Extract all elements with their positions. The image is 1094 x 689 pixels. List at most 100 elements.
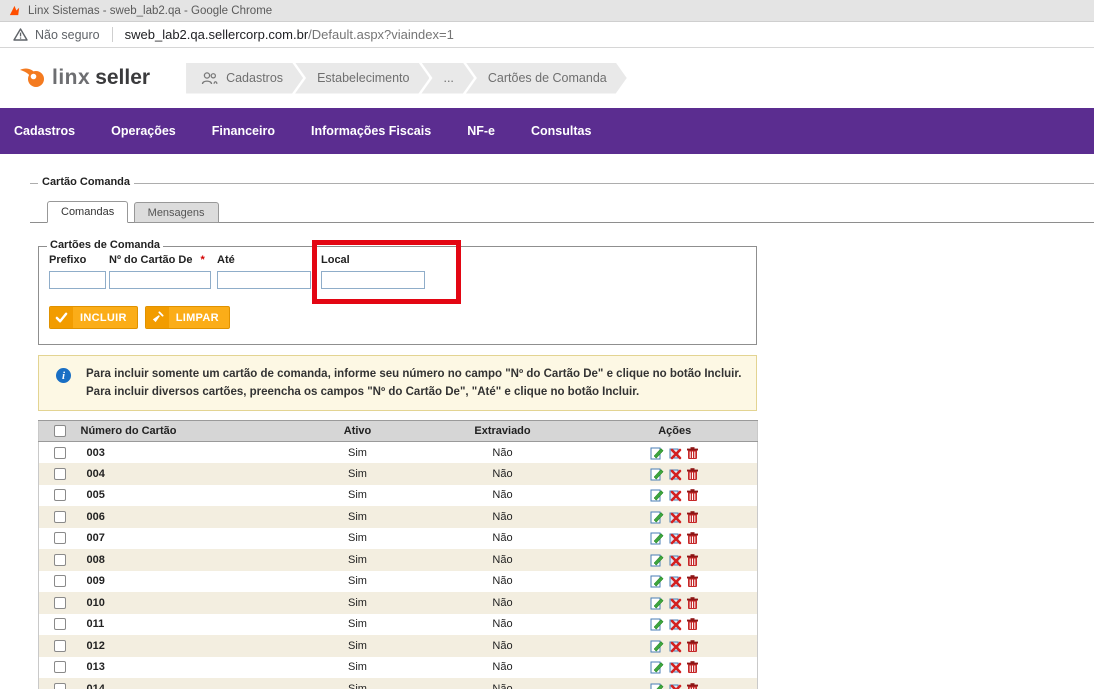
col-header-acoes: Ações (592, 420, 758, 442)
incluir-button[interactable]: INCLUIR (49, 306, 138, 329)
table-row: 009 Sim Não (38, 570, 758, 592)
cell-extraviado: Não (492, 532, 513, 545)
row-checkbox[interactable] (53, 532, 66, 545)
required-marker: * (200, 254, 205, 266)
local-input[interactable] (321, 271, 425, 289)
delete-action-icon[interactable] (669, 446, 682, 460)
lost-card-action-icon[interactable] (686, 596, 699, 610)
cell-ativo: Sim (348, 596, 367, 609)
lost-card-action-icon[interactable] (686, 639, 699, 653)
edit-action-icon[interactable] (650, 574, 665, 588)
lost-card-action-icon[interactable] (686, 574, 699, 588)
lost-card-action-icon[interactable] (686, 467, 699, 481)
tab-mensagens[interactable]: Mensagens (133, 202, 219, 223)
delete-action-icon[interactable] (669, 531, 682, 545)
menu-item-operacoes[interactable]: Operações (111, 124, 176, 138)
row-checkbox[interactable] (53, 446, 66, 459)
row-checkbox[interactable] (53, 575, 66, 588)
edit-action-icon[interactable] (650, 553, 665, 567)
ate-label: Até (217, 254, 235, 266)
address-bar[interactable]: Não seguro sweb_lab2.qa.sellercorp.com.b… (0, 22, 1094, 48)
col-header-numero-do-cartao[interactable]: Número do Cartão (80, 420, 303, 442)
cell-extraviado: Não (492, 661, 513, 674)
row-checkbox[interactable] (53, 467, 66, 480)
page-content: Cartão Comanda Comandas Mensagens Cartõe… (0, 154, 1094, 689)
prefixo-input[interactable] (49, 271, 106, 289)
delete-action-icon[interactable] (669, 596, 682, 610)
row-checkbox[interactable] (53, 618, 66, 631)
edit-action-icon[interactable] (650, 682, 665, 689)
edit-action-icon[interactable] (650, 467, 665, 481)
menu-item-financeiro[interactable]: Financeiro (212, 124, 275, 138)
incluir-button-label: INCLUIR (80, 311, 127, 324)
local-field-group: Local (321, 254, 425, 289)
row-checkbox[interactable] (53, 553, 66, 566)
col-header-ativo[interactable]: Ativo (302, 420, 413, 442)
edit-action-icon[interactable] (650, 446, 665, 460)
address-divider (111, 27, 113, 42)
row-checkbox[interactable] (53, 682, 66, 689)
info-line-2: Para incluir diversos cartões, preencha … (86, 386, 640, 398)
cell-numero: 012 (86, 639, 105, 652)
edit-action-icon[interactable] (650, 660, 665, 674)
delete-action-icon[interactable] (669, 639, 682, 653)
delete-action-icon[interactable] (669, 553, 682, 567)
cell-extraviado: Não (492, 639, 513, 652)
row-checkbox[interactable] (53, 596, 66, 609)
cell-numero: 011 (86, 618, 105, 631)
delete-action-icon[interactable] (669, 510, 682, 524)
lost-card-action-icon[interactable] (686, 553, 699, 567)
menu-item-cadastros[interactable]: Cadastros (14, 124, 75, 138)
ate-input[interactable] (217, 271, 311, 289)
breadcrumb-estabelecimento[interactable]: Estabelecimento (295, 63, 429, 94)
cell-ativo: Sim (348, 639, 367, 652)
edit-action-icon[interactable] (650, 596, 665, 610)
not-secure-label[interactable]: Não seguro (35, 28, 100, 42)
tab-comandas[interactable]: Comandas (47, 201, 129, 223)
breadcrumb-cadastros[interactable]: Cadastros (186, 63, 303, 94)
delete-action-icon[interactable] (669, 467, 682, 481)
menu-item-consultas[interactable]: Consultas (531, 124, 591, 138)
delete-action-icon[interactable] (669, 660, 682, 674)
prefixo-label: Prefixo (49, 254, 87, 266)
row-checkbox[interactable] (53, 639, 66, 652)
edit-action-icon[interactable] (650, 617, 665, 631)
menu-item-informacoes-fiscais[interactable]: Informações Fiscais (311, 124, 431, 138)
lost-card-action-icon[interactable] (686, 488, 699, 502)
breadcrumb: Cadastros Estabelecimento ... Cartões de… (186, 63, 627, 94)
table-row: 005 Sim Não (38, 484, 758, 506)
menu-item-nfe[interactable]: NF-e (467, 124, 495, 138)
select-all-checkbox[interactable] (53, 425, 66, 438)
breadcrumb-label: ... (443, 71, 454, 85)
row-checkbox[interactable] (53, 489, 66, 502)
row-checkbox[interactable] (53, 661, 66, 674)
comandas-table: Número do Cartão Ativo Extraviado Ações … (38, 420, 758, 689)
lost-card-action-icon[interactable] (686, 510, 699, 524)
col-header-extraviado[interactable]: Extraviado (412, 420, 593, 442)
main-menu: Cadastros Operações Financeiro Informaçõ… (0, 108, 1094, 154)
delete-action-icon[interactable] (669, 488, 682, 502)
form-buttons: INCLUIR LIMPAR (49, 306, 230, 329)
lost-card-action-icon[interactable] (686, 660, 699, 674)
lost-card-action-icon[interactable] (686, 531, 699, 545)
row-checkbox[interactable] (53, 510, 66, 523)
breadcrumb-cartoes-de-comanda[interactable]: Cartões de Comanda (466, 63, 627, 94)
edit-action-icon[interactable] (650, 531, 665, 545)
lost-card-action-icon[interactable] (686, 446, 699, 460)
table-row: 010 Sim Não (38, 592, 758, 614)
window-titlebar[interactable]: Linx Sistemas - sweb_lab2.qa - Google Ch… (0, 0, 1094, 22)
edit-action-icon[interactable] (650, 639, 665, 653)
lost-card-action-icon[interactable] (686, 617, 699, 631)
delete-action-icon[interactable] (669, 617, 682, 631)
not-secure-warning-icon (13, 28, 28, 41)
limpar-button[interactable]: LIMPAR (144, 306, 230, 329)
numero-cartao-de-input[interactable] (109, 271, 211, 289)
table-row: 004 Sim Não (38, 463, 758, 485)
edit-action-icon[interactable] (650, 510, 665, 524)
table-row: 012 Sim Não (38, 635, 758, 657)
delete-action-icon[interactable] (669, 682, 682, 689)
url-text[interactable]: sweb_lab2.qa.sellercorp.com.br/Default.a… (125, 27, 454, 42)
lost-card-action-icon[interactable] (686, 682, 699, 689)
delete-action-icon[interactable] (669, 574, 682, 588)
edit-action-icon[interactable] (650, 488, 665, 502)
